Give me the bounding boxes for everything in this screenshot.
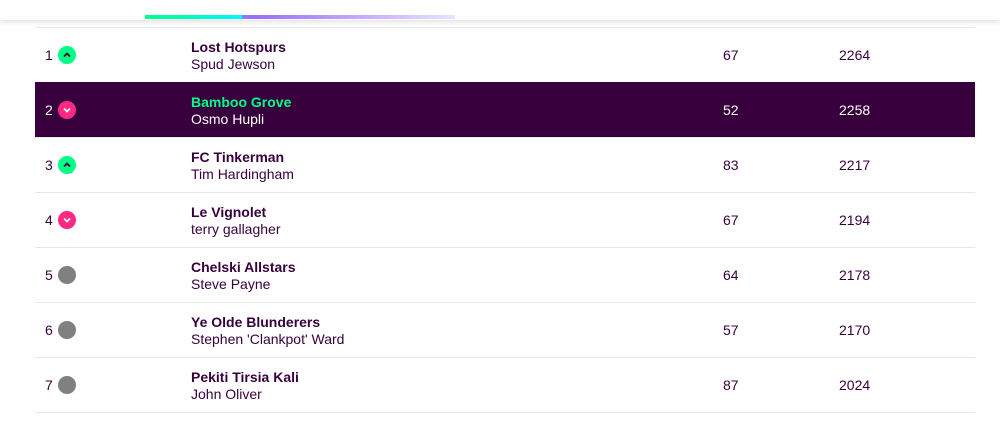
table-row-selected[interactable]: 2 Bamboo Grove Osmo Hupli 52 2258 bbox=[35, 82, 975, 137]
active-tab-indicator-segment bbox=[145, 15, 242, 19]
no-change-icon bbox=[58, 321, 76, 339]
team-cell[interactable]: Lost Hotspurs Spud Jewson bbox=[191, 39, 286, 72]
team-cell[interactable]: FC Tinkerman Tim Hardingham bbox=[191, 149, 294, 182]
table-row[interactable]: 6 Ye Olde Blunderers Stephen 'Clankpot' … bbox=[35, 302, 975, 357]
manager-name: terry gallagher bbox=[191, 221, 281, 237]
total-points: 2258 bbox=[839, 102, 871, 118]
table-row[interactable]: 3 FC Tinkerman Tim Hardingham 83 2217 bbox=[35, 137, 975, 192]
manager-name: Steve Payne bbox=[191, 276, 271, 292]
team-name[interactable]: Ye Olde Blunderers bbox=[191, 314, 344, 330]
gameweek-points: 64 bbox=[723, 267, 739, 283]
total-points: 2217 bbox=[839, 157, 871, 173]
total-points: 2170 bbox=[839, 322, 871, 338]
rank: 1 bbox=[45, 47, 53, 63]
team-name[interactable]: Lost Hotspurs bbox=[191, 39, 286, 55]
rank: 6 bbox=[45, 322, 53, 338]
gameweek-points: 87 bbox=[723, 377, 739, 393]
total-points: 2178 bbox=[839, 267, 871, 283]
team-name[interactable]: Le Vignolet bbox=[191, 204, 281, 220]
chevron-up-icon bbox=[58, 156, 76, 174]
team-name[interactable]: Bamboo Grove bbox=[191, 94, 291, 110]
team-cell[interactable]: Bamboo Grove Osmo Hupli bbox=[191, 94, 291, 127]
rank: 3 bbox=[45, 157, 53, 173]
manager-name: Spud Jewson bbox=[191, 56, 276, 72]
table-row[interactable]: 7 Pekiti Tirsia Kali John Oliver 87 2024 bbox=[35, 357, 975, 413]
team-name[interactable]: Chelski Allstars bbox=[191, 259, 296, 275]
tab-bar bbox=[0, 0, 1000, 20]
gameweek-points: 67 bbox=[723, 47, 739, 63]
table-row[interactable]: 5 Chelski Allstars Steve Payne 64 2178 bbox=[35, 247, 975, 302]
gameweek-points: 57 bbox=[723, 322, 739, 338]
rank: 7 bbox=[45, 377, 53, 393]
total-points: 2264 bbox=[839, 47, 871, 63]
team-cell[interactable]: Pekiti Tirsia Kali John Oliver bbox=[191, 369, 299, 402]
active-tab-indicator bbox=[145, 15, 455, 19]
standings-table: 1 Lost Hotspurs Spud Jewson 67 2264 2 Ba… bbox=[35, 27, 975, 413]
no-change-icon bbox=[58, 266, 76, 284]
team-name[interactable]: Pekiti Tirsia Kali bbox=[191, 369, 299, 385]
team-cell[interactable]: Chelski Allstars Steve Payne bbox=[191, 259, 296, 292]
table-row[interactable]: 4 Le Vignolet terry gallagher 67 2194 bbox=[35, 192, 975, 247]
manager-name: Osmo Hupli bbox=[191, 111, 265, 127]
gameweek-points: 67 bbox=[723, 212, 739, 228]
team-name[interactable]: FC Tinkerman bbox=[191, 149, 294, 165]
rank: 2 bbox=[45, 102, 53, 118]
rank: 4 bbox=[45, 212, 53, 228]
total-points: 2024 bbox=[839, 377, 871, 393]
chevron-down-icon bbox=[58, 101, 76, 119]
manager-name: Stephen 'Clankpot' Ward bbox=[191, 331, 345, 347]
manager-name: Tim Hardingham bbox=[191, 166, 294, 182]
team-cell[interactable]: Ye Olde Blunderers Stephen 'Clankpot' Wa… bbox=[191, 314, 344, 347]
gameweek-points: 83 bbox=[723, 157, 739, 173]
rank: 5 bbox=[45, 267, 53, 283]
manager-name: John Oliver bbox=[191, 386, 262, 402]
table-row[interactable]: 1 Lost Hotspurs Spud Jewson 67 2264 bbox=[35, 27, 975, 82]
gameweek-points: 52 bbox=[723, 102, 739, 118]
no-change-icon bbox=[58, 376, 76, 394]
chevron-down-icon bbox=[58, 211, 76, 229]
total-points: 2194 bbox=[839, 212, 871, 228]
team-cell[interactable]: Le Vignolet terry gallagher bbox=[191, 204, 281, 237]
chevron-up-icon bbox=[58, 46, 76, 64]
